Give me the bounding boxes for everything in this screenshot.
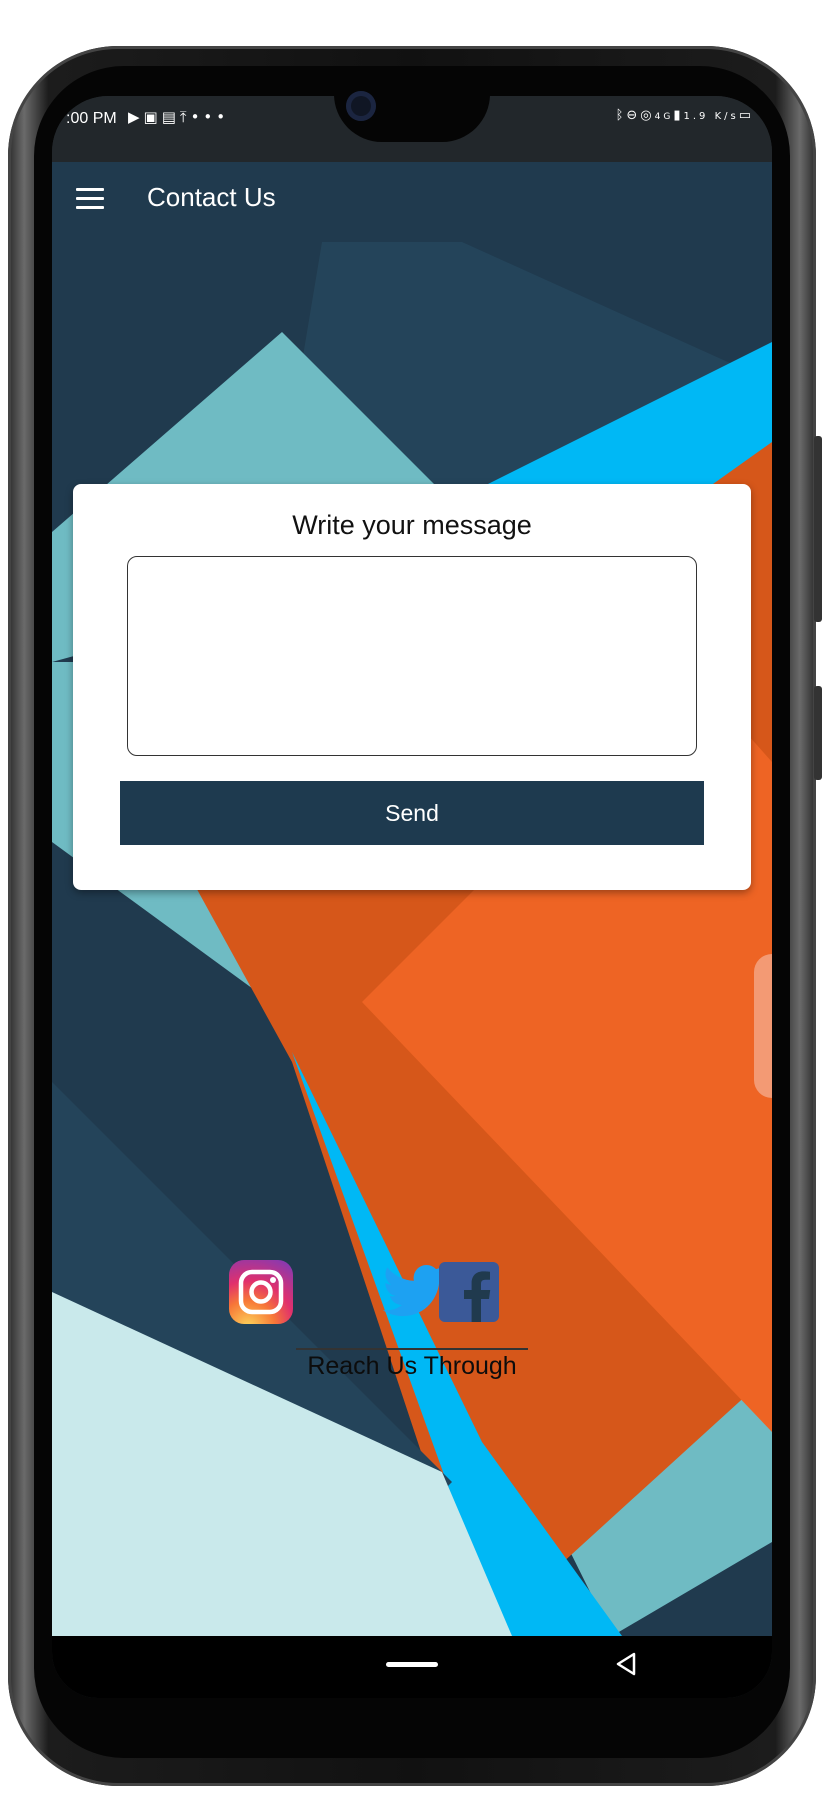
power-button	[814, 686, 822, 780]
app-bar: Contact Us	[52, 162, 772, 242]
social-links	[52, 1259, 772, 1329]
system-icons: ᛒ⊖◎4G▮1.9 K/s▭	[616, 108, 754, 123]
instagram-icon[interactable]	[228, 1259, 294, 1325]
reach-us-caption: Reach Us Through	[307, 1352, 517, 1380]
back-triangle-icon[interactable]	[612, 1650, 640, 1678]
page-title: Contact Us	[147, 182, 276, 212]
hamburger-menu-icon[interactable]	[76, 188, 104, 212]
network-speed: 1.9 K/s	[683, 111, 739, 122]
facebook-icon[interactable]	[436, 1259, 502, 1325]
phone-screen: :00 PM ▶▣▤⤒••• ᛒ⊖◎4G▮1.9 K/s▭ Contact Us…	[52, 96, 772, 1698]
home-pill[interactable]	[386, 1662, 438, 1667]
more-dots-icon: •••	[190, 108, 230, 126]
caption-divider	[296, 1348, 528, 1350]
network-type: 4G	[654, 112, 674, 122]
message-input[interactable]	[127, 556, 697, 756]
dnd-icon: ⊖	[626, 108, 641, 123]
signal-icon: ▮	[673, 108, 684, 123]
bluetooth-icon: ᛒ	[615, 108, 627, 123]
message-card-title: Write your message	[292, 510, 532, 540]
hotspot-icon: ◎	[640, 108, 655, 123]
status-time: :00 PM	[66, 110, 117, 127]
play-store-icon: ▶	[128, 108, 144, 126]
notification-icons: ▶▣▤⤒•••	[128, 108, 229, 126]
sim-icon: ▤	[161, 108, 180, 126]
upload-icon: ⤒	[179, 108, 191, 126]
front-camera	[346, 91, 376, 121]
volume-button	[814, 436, 822, 622]
battery-icon: ▭	[738, 108, 754, 123]
gallery-icon: ▣	[143, 108, 162, 126]
background-art	[52, 242, 772, 1636]
send-button[interactable]: Send	[120, 781, 704, 845]
navigation-bar	[52, 1636, 772, 1698]
side-panel-tab[interactable]	[754, 954, 772, 1098]
message-card: Write your message Send	[73, 484, 751, 890]
